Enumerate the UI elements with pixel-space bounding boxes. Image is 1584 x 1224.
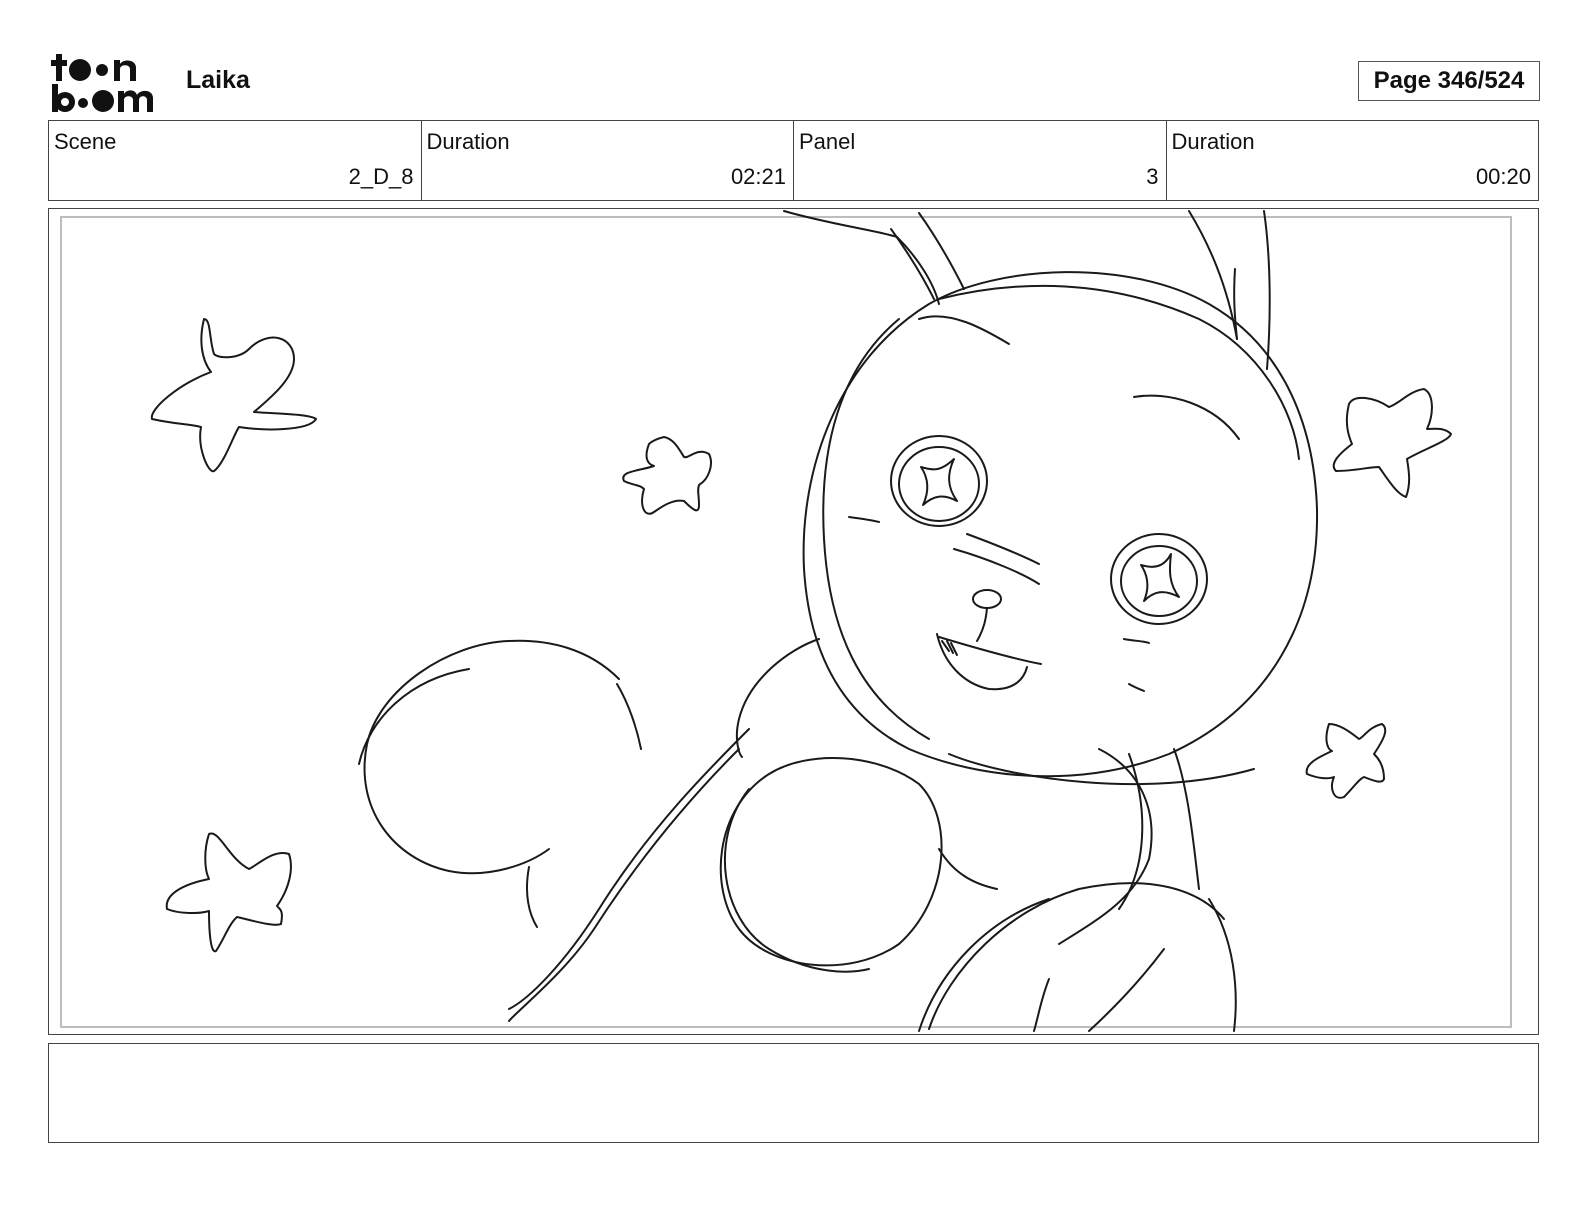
scene-value: 2_D_8 [348,164,414,189]
project-title: Laika [186,66,250,94]
page-indicator: Page 346/524 [1358,61,1540,101]
star-doodle-icon [622,436,712,515]
panel-cell: Panel 3 [794,121,1167,200]
scene-duration-cell: Duration 02:21 [422,121,794,200]
star-doodle-icon [165,832,292,953]
scene-info-bar: Scene 2_D_8 Duration 02:21 Panel 3 Durat… [48,120,1539,201]
star-doodle-icon [150,318,317,473]
panel-sketch [150,210,1452,1032]
storyboard-panel [48,208,1539,1035]
panel-value: 3 [1146,164,1159,189]
panel-notes-box[interactable] [48,1043,1539,1143]
scene-duration-label: Duration [426,129,510,154]
panel-duration-value: 00:20 [1475,164,1531,189]
toon-boom-logo-icon [50,50,168,114]
scene-label: Scene [54,129,117,154]
scene-cell: Scene 2_D_8 [49,121,422,200]
panel-duration-cell: Duration 00:20 [1167,121,1539,200]
scene-duration-value: 02:21 [730,164,786,189]
star-doodle-icon [1332,388,1452,498]
panel-label: Panel [799,129,856,154]
star-doodle-icon [1305,723,1387,799]
panel-duration-label: Duration [1171,129,1255,154]
